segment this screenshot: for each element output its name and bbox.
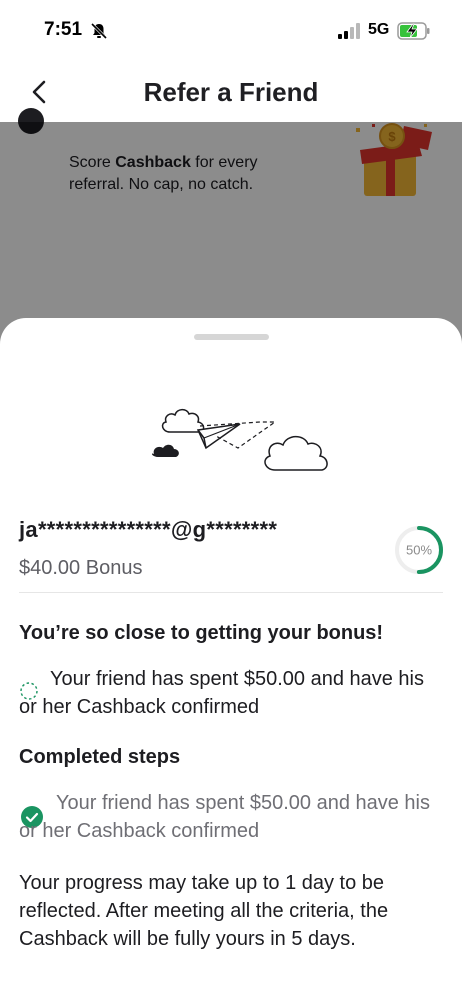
network-label: 5G [368,21,390,38]
pending-step: Your friend has spent $50.00 and have hi… [19,668,424,718]
bell-slash-icon [90,22,108,40]
status-time: 7:51 [44,19,83,40]
progress-label: 50% [406,543,432,558]
completed-steps-heading: Completed steps [19,746,181,768]
status-bar: 7:51 5G [0,0,462,62]
completed-step: Your friend has spent $50.00 and have hi… [19,792,430,842]
divider [19,592,443,593]
friend-email: ja***************@g******** [19,517,278,542]
battery-charging-icon [397,22,430,40]
paper-plane-clouds-icon [151,408,328,471]
page-title: Refer a Friend [143,77,319,107]
progress-note: Your progress may take up to 1 day to be… [19,872,389,950]
close-to-bonus-heading: You’re so close to getting your bonus! [19,622,384,644]
bottom-sheet: ja***************@g******** $40.00 Bonus… [0,318,462,1000]
nav-bar: Refer a Friend [0,62,462,122]
bonus-amount: $40.00 Bonus [19,557,143,579]
signal-icon [338,23,360,39]
sheet-drag-handle[interactable] [194,334,269,340]
progress-ring: 50% [395,526,443,574]
